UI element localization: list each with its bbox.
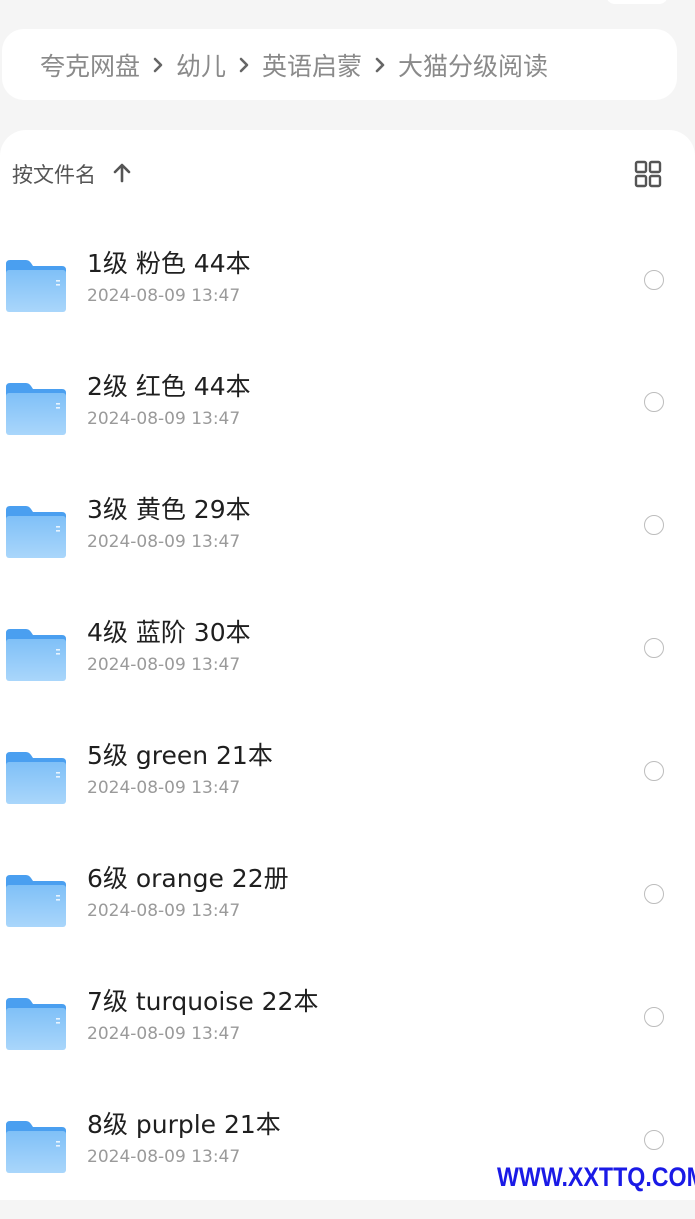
select-radio[interactable]: [644, 884, 664, 904]
select-radio[interactable]: [644, 1130, 664, 1150]
file-row[interactable]: 5级 green 21本 2024-08-09 13:47: [0, 740, 695, 850]
breadcrumb-item-root[interactable]: 夸克网盘: [40, 47, 140, 83]
breadcrumb-item-2[interactable]: 英语启蒙: [262, 47, 362, 83]
file-date: 2024-08-09 13:47: [87, 655, 241, 675]
file-list-panel: 按文件名 1级 粉色 44本 2024-08-09 13:47 2级 红色 44本 2…: [0, 130, 695, 1200]
select-radio[interactable]: [644, 515, 664, 535]
chevron-right-icon: [140, 50, 176, 80]
folder-icon: [6, 506, 66, 558]
chevron-right-icon: [226, 50, 262, 80]
arrow-up-icon[interactable]: [110, 161, 134, 185]
file-name: 5级 green 21本: [87, 741, 273, 770]
folder-icon: [6, 1121, 66, 1173]
folder-icon: [6, 998, 66, 1050]
breadcrumb-item-current[interactable]: 大猫分级阅读: [398, 47, 548, 83]
file-name: 7级 turquoise 22本: [87, 987, 319, 1016]
file-row[interactable]: 3级 黄色 29本 2024-08-09 13:47: [0, 494, 695, 604]
file-row[interactable]: 4级 蓝阶 30本 2024-08-09 13:47: [0, 617, 695, 727]
file-row[interactable]: 1级 粉色 44本 2024-08-09 13:47: [0, 248, 695, 358]
file-row[interactable]: 6级 orange 22册 2024-08-09 13:47: [0, 863, 695, 973]
sort-by-name-button[interactable]: 按文件名: [12, 159, 96, 189]
file-name: 2级 红色 44本: [87, 372, 251, 401]
file-name: 1级 粉色 44本: [87, 249, 251, 278]
grid-view-icon[interactable]: [634, 160, 662, 188]
folder-icon: [6, 260, 66, 312]
file-row[interactable]: 2级 红色 44本 2024-08-09 13:47: [0, 371, 695, 481]
folder-icon: [6, 629, 66, 681]
select-radio[interactable]: [644, 270, 664, 290]
chevron-right-icon: [362, 50, 398, 80]
watermark: WWW.XXTTQ.COM: [497, 1162, 695, 1192]
file-date: 2024-08-09 13:47: [87, 1147, 241, 1167]
file-date: 2024-08-09 13:47: [87, 286, 241, 306]
select-radio[interactable]: [644, 761, 664, 781]
breadcrumb: 夸克网盘 幼儿 英语启蒙 大猫分级阅读: [2, 29, 677, 100]
select-radio[interactable]: [644, 392, 664, 412]
top-bar-edge: [606, 0, 668, 4]
file-date: 2024-08-09 13:47: [87, 409, 241, 429]
folder-icon: [6, 875, 66, 927]
file-name: 3级 黄色 29本: [87, 495, 251, 524]
file-row[interactable]: 7级 turquoise 22本 2024-08-09 13:47: [0, 986, 695, 1096]
file-name: 8级 purple 21本: [87, 1110, 281, 1139]
file-name: 4级 蓝阶 30本: [87, 618, 251, 647]
select-radio[interactable]: [644, 638, 664, 658]
breadcrumb-item-1[interactable]: 幼儿: [176, 47, 226, 83]
select-radio[interactable]: [644, 1007, 664, 1027]
file-date: 2024-08-09 13:47: [87, 1024, 241, 1044]
folder-icon: [6, 752, 66, 804]
file-name: 6级 orange 22册: [87, 864, 289, 893]
file-date: 2024-08-09 13:47: [87, 901, 241, 921]
file-date: 2024-08-09 13:47: [87, 532, 241, 552]
folder-icon: [6, 383, 66, 435]
file-date: 2024-08-09 13:47: [87, 778, 241, 798]
